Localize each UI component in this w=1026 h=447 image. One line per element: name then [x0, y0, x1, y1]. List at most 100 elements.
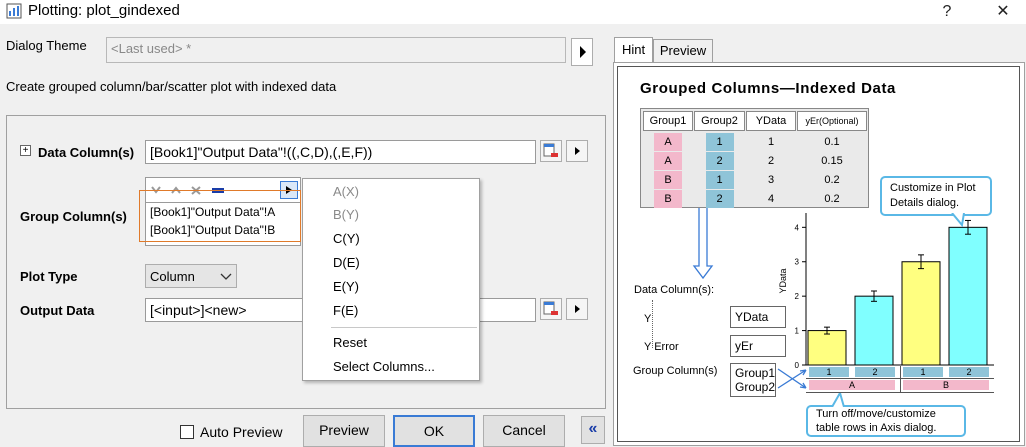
output-data-select-button[interactable] — [540, 298, 562, 320]
link-arrows-icon — [777, 368, 807, 389]
select-columns-icon — [543, 143, 558, 157]
callout-line: table rows in Axis dialog. — [816, 422, 937, 434]
data-column-input[interactable]: [Book1]"Output Data"!((,C,D),(,E,F)) — [145, 140, 536, 164]
preview-button[interactable]: Preview — [303, 415, 385, 447]
callout-pointer — [951, 213, 965, 227]
collapse-panel-button[interactable]: « — [581, 416, 605, 444]
hint-table: Group1 Group2 YData yEr(Optional) A 1 1 … — [640, 108, 869, 208]
list-toolbar-icons — [151, 186, 224, 195]
triangle-right-icon — [580, 46, 586, 58]
bar — [901, 261, 941, 366]
group-column-menu-button[interactable] — [280, 181, 298, 199]
menu-item-select-columns[interactable]: Select Columns... — [333, 356, 435, 378]
triangle-right-icon — [286, 186, 292, 194]
triangle-right-icon — [575, 305, 580, 313]
menu-item-f-e[interactable]: F(E) — [333, 300, 358, 322]
callout-line: Customize in Plot — [890, 182, 976, 194]
group-column-entry: [Book1]"Output Data"!A — [150, 205, 276, 219]
data-column-select-button[interactable] — [540, 140, 562, 162]
menu-separator — [331, 327, 477, 328]
dialog-theme-combo[interactable]: <Last used> * — [106, 37, 566, 63]
auto-preview-checkbox[interactable] — [180, 425, 194, 439]
group-column-list[interactable]: [Book1]"Output Data"!A [Book1]"Output Da… — [145, 202, 301, 246]
table-cell: B — [643, 171, 693, 189]
callout-axis-dialog: Turn off/move/customize table rows in Ax… — [806, 405, 966, 437]
close-button[interactable]: ✕ — [988, 1, 1018, 23]
table-cell: 1 — [694, 133, 745, 151]
table-cell: A — [643, 152, 693, 170]
tab-hint[interactable]: Hint — [614, 37, 653, 63]
y-axis-label: YData — [778, 268, 788, 293]
data-column-menu-button[interactable] — [566, 140, 588, 162]
menu-item-e-y[interactable]: E(Y) — [333, 276, 359, 298]
table-header: Group2 — [694, 111, 745, 131]
axis-table-cell: 1 — [809, 367, 849, 377]
axis-table-cell: B — [903, 380, 989, 390]
table-header: YData — [746, 111, 796, 131]
group-column-entry: [Book1]"Output Data"!B — [150, 223, 276, 237]
menu-item-d-e[interactable]: D(E) — [333, 252, 360, 274]
table-cell: 2 — [767, 155, 775, 167]
data-column-label: Data Column(s) — [38, 145, 135, 160]
tab-preview[interactable]: Preview — [653, 39, 713, 62]
menu-item-a-x: A(X) — [333, 184, 359, 199]
axis-table-cell: A — [809, 380, 895, 390]
down-arrow-icon — [692, 208, 714, 280]
table-cell: 0.15 — [821, 155, 843, 167]
plot-type-label: Plot Type — [20, 269, 78, 284]
bar — [807, 330, 847, 366]
table-cell: 2 — [694, 190, 745, 208]
table-cell: 1 — [694, 171, 745, 189]
help-button[interactable]: ? — [932, 1, 962, 23]
table-cell: 2 — [694, 152, 745, 170]
app-icon — [6, 3, 22, 19]
cancel-button[interactable]: Cancel — [483, 415, 565, 447]
menu-item-reset[interactable]: Reset — [333, 332, 367, 354]
theme-menu-button[interactable] — [571, 38, 593, 66]
output-data-label: Output Data — [20, 303, 95, 318]
y-tick-label: 4 — [795, 223, 800, 232]
table-header: yEr(Optional) — [797, 111, 867, 131]
select-columns-icon — [543, 301, 558, 315]
tab-join — [614, 63, 1024, 65]
axis-table-cell: 2 — [855, 367, 895, 377]
callout-plot-details: Customize in Plot Details dialog. — [880, 176, 992, 216]
table-cell: B — [643, 190, 693, 208]
plot-type-value: Column — [150, 269, 195, 284]
y-tick-label: 3 — [795, 258, 800, 267]
menu-item-c-y[interactable]: C(Y) — [333, 228, 360, 250]
window-title: Plotting: plot_gindexed — [28, 2, 180, 19]
output-data-menu-button[interactable] — [566, 298, 588, 320]
table-cell: 0.1 — [824, 136, 840, 148]
chevron-down-icon — [220, 273, 232, 280]
menu-item-b-y: B(Y) — [333, 207, 359, 222]
dialog-theme-label: Dialog Theme — [6, 38, 87, 53]
callout-pointer — [831, 393, 845, 407]
callout-line: Details dialog. — [890, 197, 960, 209]
table-cell: A — [643, 133, 693, 151]
auto-preview-label: Auto Preview — [200, 424, 283, 440]
table-cell: 0.2 — [824, 174, 840, 186]
table-cell: 3 — [767, 174, 775, 186]
y-tick-label: 2 — [795, 292, 800, 301]
table-cell: 1 — [767, 136, 775, 148]
axis-table-cell: 2 — [949, 367, 989, 377]
group-column-label: Group Column(s) — [20, 209, 127, 224]
hint-data-columns-label: Data Column(s): — [634, 284, 715, 296]
y-tick-label: 1 — [795, 327, 800, 336]
hint-title: Grouped Columns—Indexed Data — [640, 80, 896, 97]
axis-table-sep — [900, 366, 901, 393]
expand-data-column-icon[interactable]: + — [20, 145, 31, 156]
group-column-toolbar — [145, 177, 301, 203]
bar — [854, 295, 894, 366]
hint-y-label: Y — [644, 313, 652, 325]
triangle-right-icon — [575, 147, 580, 155]
callout-line: Turn off/move/customize — [816, 408, 936, 420]
ok-button[interactable]: OK — [393, 415, 475, 447]
bar — [948, 226, 988, 366]
hint-group-columns-label: Group Column(s) — [633, 365, 718, 377]
axis-table-cell: 1 — [903, 367, 943, 377]
dialog-description: Create grouped column/bar/scatter plot w… — [6, 79, 337, 94]
hint-y-error-label: Y Error — [644, 341, 679, 353]
plot-type-select[interactable]: Column — [145, 264, 237, 288]
